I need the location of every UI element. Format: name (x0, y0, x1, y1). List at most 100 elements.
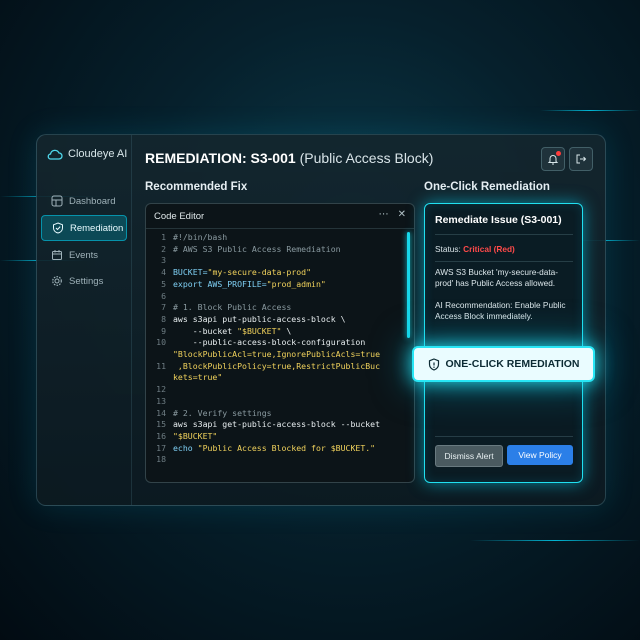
code-token: BUCKET= (173, 267, 208, 278)
divider (435, 234, 573, 235)
view-policy-button[interactable]: View Policy (507, 445, 573, 465)
sidebar-item-settings[interactable]: Settings (41, 269, 127, 293)
dismiss-alert-button[interactable]: Dismiss Alert (435, 445, 503, 467)
line-number: 11 (156, 360, 166, 371)
status-label: Status: (435, 244, 464, 254)
status-badge: Critical (Red) (463, 244, 515, 254)
code-content[interactable]: 1 #!/bin/bash 2 # AWS S3 Public Access Reme… (146, 232, 406, 466)
code-line: 13 (146, 396, 406, 408)
code-line: 14 # 2. Verify settings (146, 408, 406, 420)
code-token: # 2. Verify settings (173, 407, 272, 418)
code-line: 7 # 1. Block Public Access (146, 302, 406, 314)
sidebar-item-label: Remediation (70, 222, 124, 234)
code-line: 6 (146, 291, 406, 303)
brand: Cloudeye AI (47, 148, 127, 160)
code-line: 3 (146, 255, 406, 267)
line-number: 2 (161, 243, 166, 254)
line-number: 6 (161, 290, 166, 301)
code-token: kets=true" (173, 372, 223, 383)
shield-icon (428, 357, 439, 371)
editor-scrollbar[interactable] (407, 232, 410, 338)
code-token: echo (173, 442, 198, 453)
code-editor[interactable]: Code Editor ⋯ ✕ 1 #!/bin/bash 2 # AWS S3 Pu… (145, 203, 415, 483)
sidebar-item-remediation[interactable]: Remediation (41, 215, 127, 241)
line-number: 9 (161, 325, 166, 336)
divider (435, 261, 573, 262)
line-number: 12 (156, 384, 166, 395)
line-number: 18 (156, 454, 166, 465)
code-token: "prod_admin" (266, 278, 326, 289)
line-number: 16 (156, 430, 166, 441)
code-editor-title: Code Editor (154, 210, 205, 222)
line-number: 15 (156, 419, 166, 430)
line-number: 7 (161, 302, 166, 313)
line-number: 10 (156, 337, 166, 348)
background-glow-line (540, 110, 640, 111)
notification-badge (556, 151, 561, 156)
cloud-logo-icon (47, 149, 63, 160)
code-token: "$BUCKET" (173, 430, 218, 441)
one-click-remediation-button[interactable]: ONE-CLICK REMEDIATION (412, 346, 595, 382)
code-line: 5 export AWS_PROFILE= "prod_admin" (146, 279, 406, 291)
close-icon[interactable]: ✕ (398, 209, 406, 220)
recommended-fix-heading: Recommended Fix (145, 181, 248, 193)
code-line: 4 BUCKET= "my-secure-data-prod" (146, 267, 406, 279)
sidebar-item-label: Dashboard (69, 195, 116, 207)
issue-description: AWS S3 Bucket 'my-secure-data-prod' has … (435, 267, 559, 288)
dashboard-icon (51, 195, 63, 207)
shield-check-icon (53, 222, 63, 234)
code-line: 8 aws s3api put-public-access-block \ (146, 314, 406, 326)
background-glow-line (470, 540, 640, 541)
code-line: 11 ,BlockPublicPolicy=true,RestrictPubli… (146, 361, 406, 373)
ai-recommendation: AI Recommendation: Enable Public Access … (435, 300, 566, 321)
line-number: 3 (161, 255, 166, 266)
code-line: 9 --bucket "$BUCKET" \ (146, 326, 406, 338)
logout-icon (576, 154, 587, 164)
code-token: ,BlockPublicPolicy=true,RestrictPublicBu… (173, 360, 381, 371)
code-line: 16 "$BUCKET" (146, 431, 406, 443)
line-number: 1 (161, 232, 166, 242)
line-number: 4 (161, 267, 166, 278)
page-title: REMEDIATION: S3-001 (Public Access Block… (145, 150, 433, 166)
code-token: "BlockPublicAcl=true,IgnorePublicAcls=tr… (173, 349, 381, 360)
code-line: kets=true" (146, 372, 406, 384)
code-line: 2 # AWS S3 Public Access Remediation (146, 244, 406, 256)
logout-button[interactable] (569, 147, 593, 171)
code-token: "my-secure-data-prod" (207, 267, 312, 278)
code-line: 12 (146, 384, 406, 396)
line-number: 8 (161, 313, 166, 324)
code-token: # 1. Block Public Access (173, 302, 292, 313)
code-line: "BlockPublicAcl=true,IgnorePublicAcls=tr… (146, 349, 406, 361)
remediation-panel: Remediate Issue (S3-001) Status: Critica… (424, 203, 583, 483)
line-number: 5 (161, 278, 166, 289)
notifications-button[interactable] (541, 147, 565, 171)
line-number: 17 (156, 442, 166, 453)
sidebar-item-dashboard[interactable]: Dashboard (41, 189, 127, 213)
code-editor-header: Code Editor ⋯ ✕ (146, 204, 414, 229)
code-line: 17 echo "Public Access Blocked for $BUCKE… (146, 443, 406, 455)
app-window: Cloudeye AI Dashboard Remediation Events… (36, 134, 606, 506)
code-token: "$BUCKET" (237, 325, 282, 336)
gear-icon (52, 276, 62, 286)
more-options-icon[interactable]: ⋯ (379, 209, 389, 220)
code-token: --bucket (173, 325, 238, 336)
code-token: aws s3api put-public-access-block \ (173, 313, 346, 324)
status-line: Status: Critical (Red) (435, 244, 573, 255)
code-line: 1 #!/bin/bash (146, 232, 406, 244)
sidebar-item-label: Settings (69, 275, 104, 287)
code-token: export AWS_PROFILE= (173, 278, 267, 289)
code-line: 15 aws s3api get-public-access-block --bu… (146, 419, 406, 431)
one-click-heading: One-Click Remediation (424, 181, 550, 193)
line-number: 14 (156, 407, 166, 418)
remediation-title: Remediate Issue (S3-001) (435, 214, 562, 226)
sidebar: Cloudeye AI Dashboard Remediation Events… (37, 135, 132, 505)
code-token: "Public Access Blocked for $BUCKET." (197, 442, 376, 453)
calendar-icon (52, 250, 62, 260)
line-number (146, 372, 173, 384)
code-line: 18 (146, 454, 406, 466)
sidebar-item-events[interactable]: Events (41, 243, 127, 267)
page-title-sub: (Public Access Block) (299, 150, 434, 166)
code-token: --public-access-block-configuration (173, 337, 366, 348)
brand-name: Cloudeye AI (68, 148, 128, 160)
page-title-main: REMEDIATION: S3-001 (145, 150, 296, 166)
